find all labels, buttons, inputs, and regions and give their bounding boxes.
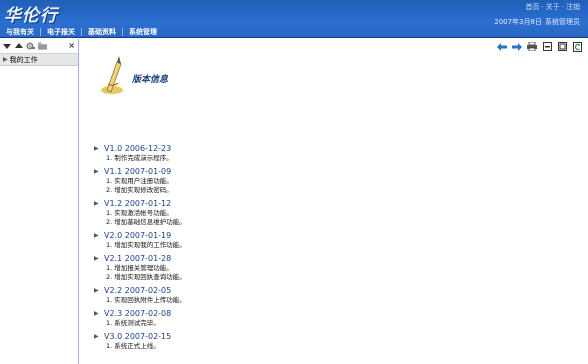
version-entry: ▶ V3.0 2007-02-15 1. 系统正式上线。 [94,331,394,351]
version-note: 1. 实现回执附件上传功能。 [106,296,186,304]
version-title[interactable]: V2.3 2007-02-08 [104,309,171,318]
maximize-icon[interactable] [557,42,567,52]
nav-item-system[interactable]: 系统管理 [126,27,160,37]
version-entry: ▶ V1.2 2007-01-12 1. 实现激活帐号功能。 2. 增加基础信息维… [94,198,394,227]
nav-item-related[interactable]: 与我有关 [3,27,37,37]
version-entry: ▶ V2.0 2007-01-19 1. 增加实现我的工作功能。 [94,230,394,250]
version-title[interactable]: V1.0 2006-12-23 [104,144,171,153]
version-note: 1. 系统正式上线。 [106,342,160,350]
minimize-icon[interactable] [542,42,552,52]
tree-item-my-work[interactable]: ▶ 我的工作 [0,54,78,66]
version-title[interactable]: V2.2 2007-02-05 [104,286,171,295]
version-entry: ▶ V2.3 2007-02-08 1. 系统测试完毕。 [94,308,394,328]
version-note: 1. 实现激活帐号功能。 [106,209,173,217]
bullet-arrow-icon: ▶ [94,200,99,207]
version-title[interactable]: V3.0 2007-02-15 [104,332,171,341]
version-list: ▶ V1.0 2006-12-23 1. 制作完成演示程序。 ▶ V1.1 2007… [94,143,394,354]
tools-icon[interactable] [26,42,35,51]
nav-item-basic-data[interactable]: 基础资料 [85,27,119,37]
main-content: 版本信息 ▶ V1.0 2006-12-23 1. 制作完成演示程序。 ▶ V1.1… [80,39,588,364]
nav-divider [40,28,41,36]
collapse-up-icon[interactable] [14,42,23,51]
nav-divider [81,28,82,36]
version-note: 1. 实现用户注册功能。 [106,177,173,185]
version-note: 2. 增加实现回执查询功能。 [106,273,186,281]
app-header: 华伦行 首页 · 关于 · 注销 2007年3月8日 系统管理员 与我有关 电子… [0,0,588,38]
version-note: 2. 增加实现修改密码。 [106,186,173,194]
version-note: 1. 系统测试完毕。 [106,319,160,327]
top-links: 首页 · 关于 · 注销 [526,1,580,12]
nav-item-customs[interactable]: 电子报关 [44,27,78,37]
banner-title: 版本信息 [132,75,169,85]
version-entry: ▶ V1.0 2006-12-23 1. 制作完成演示程序。 [94,143,394,163]
version-note: 1. 制作完成演示程序。 [106,154,173,162]
content-toolbar [80,39,588,54]
folder-icon[interactable] [38,42,47,51]
version-entry: ▶ V2.2 2007-02-05 1. 实现回执附件上传功能。 [94,285,394,305]
home-link[interactable]: 首页 [526,2,540,12]
version-banner: 版本信息 [98,54,228,99]
version-entry: ▶ V2.1 2007-01-28 1. 增加报关管理功能。 2. 增加实现回执查… [94,253,394,282]
sidebar: × ▶ 我的工作 [0,39,79,364]
version-title[interactable]: V2.1 2007-01-28 [104,254,171,263]
print-icon[interactable] [527,42,537,52]
version-note: 2. 增加基础信息维护功能。 [106,218,186,226]
link-separator: · [561,2,564,11]
link-separator: · [541,2,544,11]
version-note: 1. 增加实现我的工作功能。 [106,241,186,249]
version-entry: ▶ V1.1 2007-01-09 1. 实现用户注册功能。 2. 增加实现修改密… [94,166,394,195]
nav-divider [122,28,123,36]
refresh-icon[interactable] [572,41,582,52]
logout-link[interactable]: 注销 [566,2,580,12]
version-title[interactable]: V2.0 2007-01-19 [104,231,171,240]
about-link[interactable]: 关于 [546,2,560,12]
sidebar-toolbar: × [0,39,78,54]
expand-arrow-icon: ▶ [3,56,8,63]
tree-item-label: 我的工作 [9,55,38,64]
bullet-arrow-icon: ▶ [94,232,99,239]
close-icon[interactable]: × [68,41,75,50]
version-title[interactable]: V1.1 2007-01-09 [104,167,171,176]
app-logo[interactable]: 华伦行 [4,1,58,26]
forward-arrow-icon[interactable] [512,42,522,52]
bullet-arrow-icon: ▶ [94,145,99,152]
bullet-arrow-icon: ▶ [94,255,99,262]
bullet-arrow-icon: ▶ [94,333,99,340]
back-arrow-icon[interactable] [497,42,507,52]
bullet-arrow-icon: ▶ [94,310,99,317]
collapse-down-icon[interactable] [2,42,11,51]
version-note: 1. 增加报关管理功能。 [106,264,173,272]
version-title[interactable]: V1.2 2007-01-12 [104,199,171,208]
main-nav: 与我有关 电子报关 基础资料 系统管理 [0,26,588,38]
bullet-arrow-icon: ▶ [94,287,99,294]
bullet-arrow-icon: ▶ [94,168,99,175]
